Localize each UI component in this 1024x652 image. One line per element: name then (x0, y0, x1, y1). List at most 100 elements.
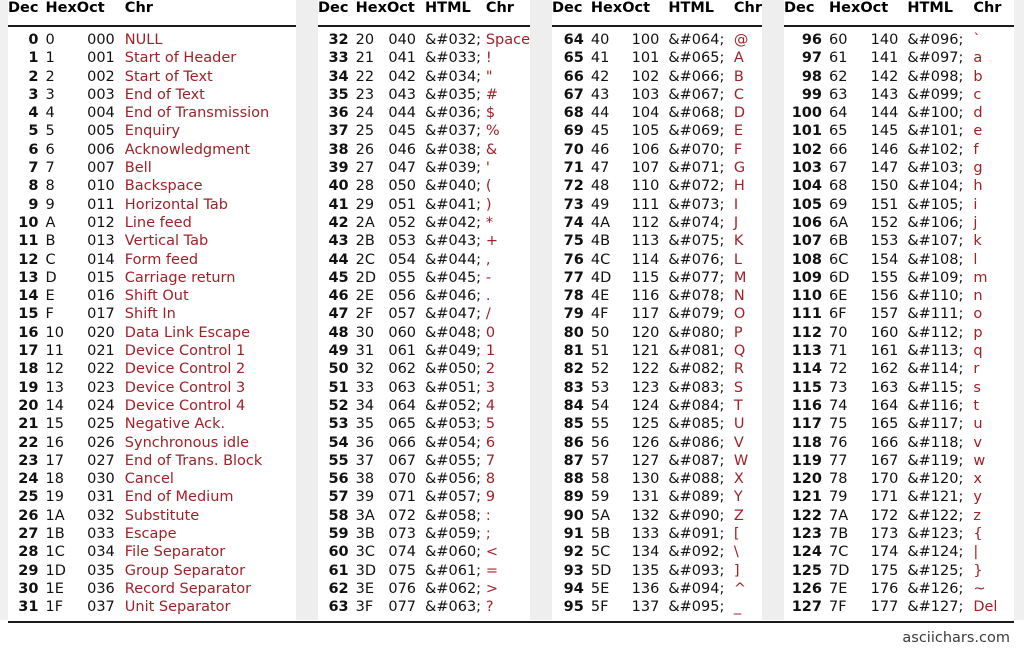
cell-html: &#072; (668, 178, 725, 195)
cell-chr: V (733, 434, 744, 451)
cell-hex: 7F (829, 599, 847, 616)
cell-hex: 4A (590, 214, 611, 231)
table-row: 51 33 063 &#051; 3 (318, 379, 530, 397)
table-row: 24 18 030 Cancel (8, 470, 296, 488)
table-row: 26 1A 032 Substitute (8, 507, 296, 525)
cell-dec: 14 (18, 288, 39, 305)
cell-oct: 126 (631, 434, 660, 451)
cell-dec: 42 (328, 214, 349, 231)
cell-dec: 17 (18, 343, 39, 360)
cell-dec: 25 (18, 489, 39, 506)
header-row: Dec Hex Oct Chr (8, 0, 296, 27)
cell-hex: 5B (590, 526, 611, 543)
cell-chr: Start of Header (124, 50, 237, 67)
cell-hex: 34 (355, 397, 375, 414)
table-row: 28 1C 034 File Separator (8, 543, 296, 561)
cell-html: &#048; (425, 324, 482, 341)
table-row: 67 43 103 &#067; C (552, 86, 762, 104)
cell-hex: 36 (355, 434, 375, 451)
cell-hex: 26 (355, 141, 375, 158)
cell-chr: L (733, 251, 742, 268)
cell-dec: 27 (18, 526, 39, 543)
table-row: 72 48 110 &#072; H (552, 177, 762, 195)
cell-html: &#079; (668, 306, 725, 323)
cell-hex: 42 (590, 68, 610, 85)
cell-chr: h (973, 178, 983, 195)
cell-chr: q (973, 343, 983, 360)
cell-hex: 5 (45, 123, 55, 140)
table-row: 78 4E 116 &#078; N (552, 287, 762, 305)
cell-dec: 76 (563, 251, 584, 268)
cell-chr: i (973, 196, 978, 213)
column-gutter-1 (296, 0, 318, 620)
cell-html: &#100; (907, 105, 964, 122)
cell-oct: 075 (388, 562, 417, 579)
cell-oct: 172 (870, 507, 899, 524)
cell-hex: B (45, 233, 56, 250)
cell-oct: 145 (870, 123, 899, 140)
table-row: 61 3D 075 &#061; = (318, 562, 530, 580)
cell-hex: 66 (829, 141, 848, 158)
cell-hex: 5D (590, 562, 612, 579)
cell-oct: 037 (87, 599, 115, 616)
cell-dec: 31 (18, 599, 39, 616)
cell-chr: u (973, 416, 983, 433)
cell-hex: 15 (45, 416, 64, 433)
cell-html: &#036; (425, 105, 482, 122)
cell-oct: 124 (631, 397, 660, 414)
table-row: 125 7D 175 &#125;} (784, 562, 1014, 580)
cell-oct: 006 (87, 141, 115, 158)
cell-oct: 017 (87, 306, 115, 323)
cell-html: &#091; (668, 526, 725, 543)
cell-oct: 127 (631, 452, 660, 469)
cell-oct: 104 (631, 105, 660, 122)
cell-dec: 86 (563, 434, 584, 451)
cell-hex: 41 (590, 50, 610, 67)
cell-html: &#115; (907, 379, 964, 396)
cell-oct: 001 (87, 50, 115, 67)
cell-html: &#122; (907, 507, 964, 524)
cell-hex: F (45, 306, 54, 323)
cell-hex: 4B (590, 233, 611, 250)
cell-chr: ? (485, 599, 494, 616)
table-row: 16 10 020 Data Link Escape (8, 324, 296, 342)
cell-html: &#111; (907, 306, 964, 323)
cell-dec: 80 (563, 324, 584, 341)
table-row: 96 60 140 &#096; ` (784, 26, 1014, 49)
cell-oct: 143 (870, 86, 899, 103)
table-row: 43 2B 053 &#043; + (318, 232, 530, 250)
cell-html: &#102; (907, 141, 964, 158)
column-group-printable-64-95: Dec Hex Oct HTML Chr 64 40 100 &#064; @65 41 1… (552, 0, 762, 626)
cell-dec: 45 (328, 269, 349, 286)
cell-chr: Bell (124, 160, 152, 177)
table-row: 40 28 050 &#040;( (318, 177, 530, 195)
header-row: Dec Hex Oct HTML Chr (552, 0, 762, 27)
cell-html: &#095; (668, 599, 725, 616)
cell-oct: 027 (87, 452, 115, 469)
cell-dec: 51 (328, 379, 349, 396)
cell-dec: 90 (563, 507, 584, 524)
cell-html: &#032; (425, 32, 482, 48)
cell-chr: Synchronous idle (124, 434, 250, 451)
cell-dec: 125 (791, 562, 822, 579)
cell-chr: Start of Text (124, 68, 213, 85)
cell-hex: 69 (829, 196, 848, 213)
cell-chr: H (733, 178, 745, 195)
cell-html: &#039; (425, 160, 482, 177)
cell-html: &#110; (907, 288, 964, 305)
cell-dec: 47 (328, 306, 349, 323)
cell-dec: 108 (791, 251, 822, 268)
header-dec: Dec (552, 0, 591, 27)
cell-dec: 93 (563, 562, 584, 579)
cell-chr: B (733, 68, 744, 85)
table-row: 60 3C 074 &#060; < (318, 543, 530, 561)
cell-hex: 52 (590, 361, 610, 378)
table-row: 0 0 000 NULL (8, 26, 296, 49)
table-row: 54 36 066 &#054; 6 (318, 434, 530, 452)
cell-oct: 070 (388, 471, 417, 488)
header-row: Dec Hex Oct HTML Chr (784, 0, 1014, 27)
table-row: 110 6E 156 &#110; n (784, 287, 1014, 305)
cell-dec: 55 (328, 452, 349, 469)
cell-dec: 59 (328, 526, 349, 543)
table-header: Dec Hex Oct HTML Chr (318, 0, 530, 27)
